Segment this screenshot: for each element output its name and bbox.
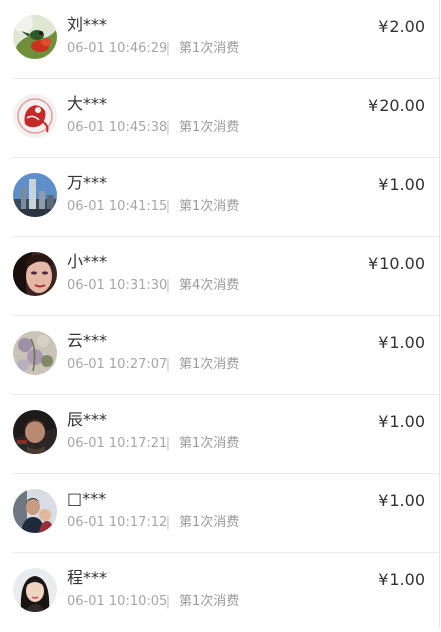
bird-flower-avatar-icon <box>13 15 57 59</box>
visit-count: 第1次消费 <box>179 515 240 530</box>
list-item[interactable]: 刘*** 06-01 10:46:29| 第1次消费 ¥2.00 <box>0 0 439 79</box>
list-item[interactable]: 云*** 06-01 10:27:07| 第1次消费 ¥1.00 <box>0 316 439 395</box>
list-item[interactable]: □*** 06-01 10:17:12| 第1次消费 ¥1.00 <box>0 474 439 553</box>
amount: ¥2.00 <box>378 16 425 38</box>
amount: ¥20.00 <box>368 95 425 117</box>
record-meta: 06-01 10:46:29| 第1次消费 <box>67 39 239 59</box>
record-time: 06-01 10:27:07 <box>67 357 168 372</box>
customer-name: □*** <box>67 489 107 508</box>
list-item[interactable]: 小*** 06-01 10:31:30| 第4次消费 ¥10.00 <box>0 237 439 316</box>
amount: ¥1.00 <box>378 490 425 512</box>
record-time: 06-01 10:41:15 <box>67 199 168 214</box>
meta-separator: | <box>165 199 171 214</box>
red-monkey-papercut-avatar-icon <box>13 94 57 138</box>
record-time: 06-01 10:46:29 <box>67 41 168 56</box>
meta-separator: | <box>165 594 171 609</box>
amount-value: 1.00 <box>389 333 425 352</box>
amount: ¥1.00 <box>378 411 425 433</box>
record-meta: 06-01 10:10:05| 第1次消费 <box>67 592 239 612</box>
record-time: 06-01 10:17:21 <box>67 436 168 451</box>
visit-count: 第1次消费 <box>179 594 240 609</box>
visit-count: 第1次消费 <box>179 41 240 56</box>
meta-separator: | <box>165 436 171 451</box>
amount-value: 1.00 <box>389 175 425 194</box>
record-meta: 06-01 10:17:21| 第1次消费 <box>67 434 239 454</box>
list-item[interactable]: 程*** 06-01 10:10:05| 第1次消费 ¥1.00 <box>0 553 439 632</box>
visit-count: 第1次消费 <box>179 199 240 214</box>
record-time: 06-01 10:10:05 <box>67 594 168 609</box>
list-item[interactable]: 辰*** 06-01 10:17:21| 第1次消费 ¥1.00 <box>0 395 439 474</box>
customer-name: 小*** <box>67 252 108 271</box>
amount: ¥1.00 <box>378 174 425 196</box>
amount-value: 1.00 <box>389 491 425 510</box>
customer-name: 云*** <box>67 331 108 350</box>
visit-count: 第4次消费 <box>179 278 240 293</box>
currency-symbol: ¥ <box>368 254 379 273</box>
customer-name: 程*** <box>67 568 108 587</box>
meta-separator: | <box>165 41 171 56</box>
currency-symbol: ¥ <box>378 17 389 36</box>
consumption-record-list: 刘*** 06-01 10:46:29| 第1次消费 ¥2.00 大*** 06-… <box>0 0 440 628</box>
man-with-child-avatar-icon <box>13 489 57 533</box>
currency-symbol: ¥ <box>378 570 389 589</box>
city-skyline-avatar-icon <box>13 173 57 217</box>
amount-value: 1.00 <box>389 570 425 589</box>
amount: ¥1.00 <box>378 569 425 591</box>
amount-value: 10.00 <box>379 254 425 273</box>
currency-symbol: ¥ <box>378 491 389 510</box>
record-time: 06-01 10:31:30 <box>67 278 168 293</box>
amount: ¥1.00 <box>378 332 425 354</box>
customer-name: 刘*** <box>67 15 108 34</box>
meta-separator: | <box>165 278 171 293</box>
girl-portrait-avatar-icon <box>13 568 57 612</box>
record-meta: 06-01 10:41:15| 第1次消费 <box>67 197 239 217</box>
currency-symbol: ¥ <box>368 96 379 115</box>
meta-separator: | <box>165 515 171 530</box>
amount: ¥10.00 <box>368 253 425 275</box>
record-meta: 06-01 10:45:38| 第1次消费 <box>67 118 239 138</box>
visit-count: 第1次消费 <box>179 120 240 135</box>
visit-count: 第1次消费 <box>179 357 240 372</box>
floral-painting-avatar-icon <box>13 331 57 375</box>
currency-symbol: ¥ <box>378 333 389 352</box>
currency-symbol: ¥ <box>378 412 389 431</box>
woman-face-avatar-icon <box>13 252 57 296</box>
meta-separator: | <box>165 120 171 135</box>
list-item[interactable]: 万*** 06-01 10:41:15| 第1次消费 ¥1.00 <box>0 158 439 237</box>
currency-symbol: ¥ <box>378 175 389 194</box>
visit-count: 第1次消费 <box>179 436 240 451</box>
list-item[interactable]: 大*** 06-01 10:45:38| 第1次消费 ¥20.00 <box>0 79 439 158</box>
amount-value: 2.00 <box>389 17 425 36</box>
record-meta: 06-01 10:31:30| 第4次消费 <box>67 276 239 296</box>
record-time: 06-01 10:17:12 <box>67 515 168 530</box>
record-meta: 06-01 10:17:12| 第1次消费 <box>67 513 239 533</box>
amount-value: 20.00 <box>379 96 425 115</box>
record-time: 06-01 10:45:38 <box>67 120 168 135</box>
customer-name: 万*** <box>67 173 108 192</box>
record-meta: 06-01 10:27:07| 第1次消费 <box>67 355 239 375</box>
man-portrait-avatar-icon <box>13 410 57 454</box>
amount-value: 1.00 <box>389 412 425 431</box>
meta-separator: | <box>165 357 171 372</box>
customer-name: 大*** <box>67 94 108 113</box>
customer-name: 辰*** <box>67 410 108 429</box>
